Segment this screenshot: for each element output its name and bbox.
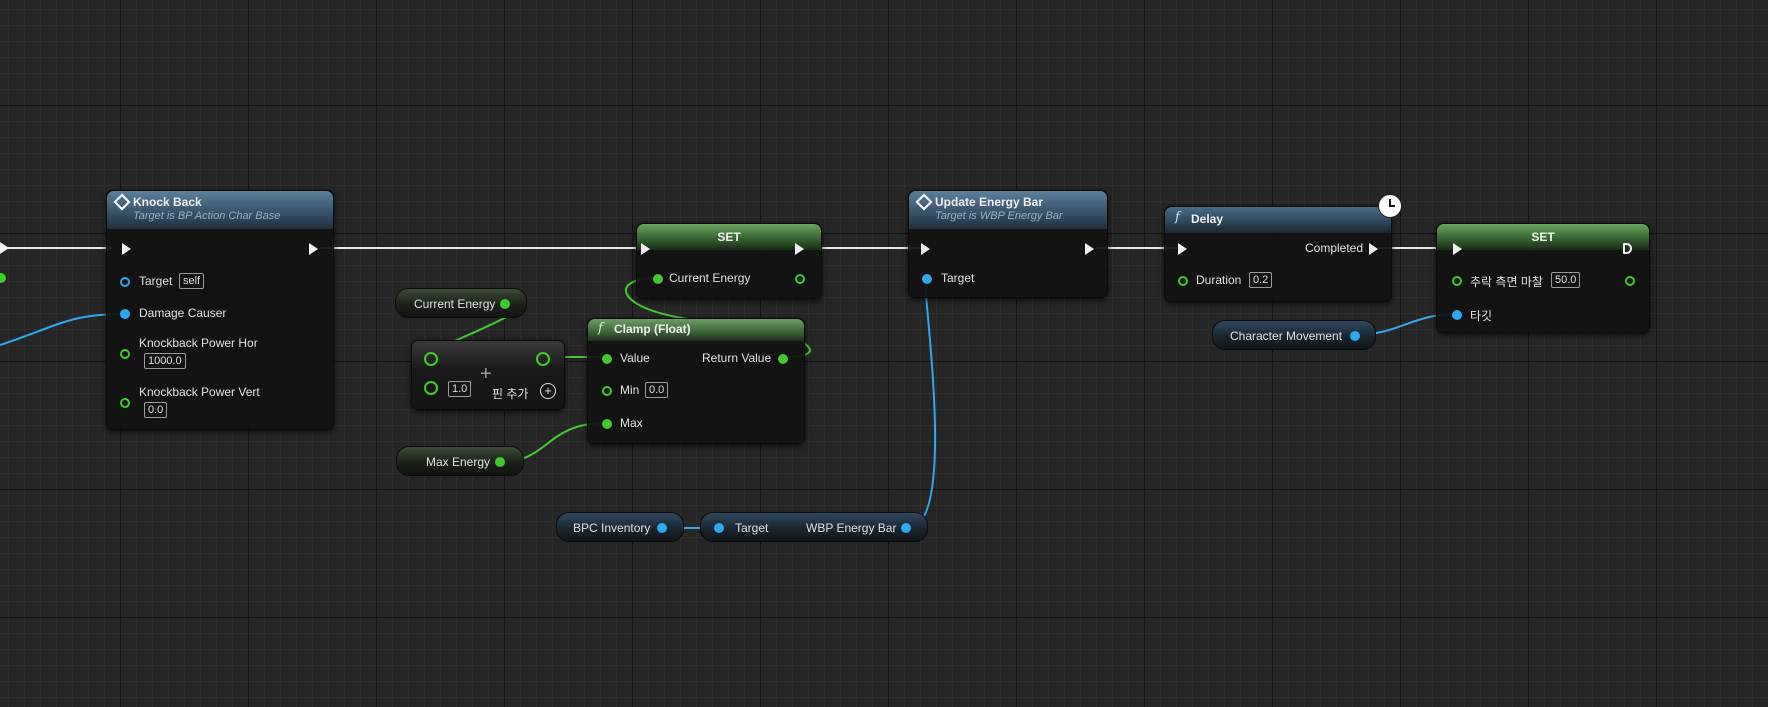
character-movement-getter[interactable]: Character Movement — [1212, 320, 1376, 350]
exec-in-pin[interactable] — [122, 243, 131, 255]
update-energy-bar-subtitle: Target is WBP Energy Bar — [935, 210, 1063, 222]
duration-pin[interactable] — [1178, 276, 1188, 286]
target-in-pin[interactable] — [714, 523, 724, 533]
add-float-node[interactable]: + 1.0 핀 추가 + — [411, 340, 565, 410]
event-diamond-icon — [915, 193, 933, 211]
function-icon: f — [1175, 210, 1180, 225]
add-out-pin[interactable] — [536, 352, 550, 366]
exec-out-pin[interactable] — [1085, 243, 1094, 255]
set-falling-friction-node[interactable]: SET 추락 측면 마찰 50.0 타깃 — [1436, 223, 1650, 333]
max-energy-getter-label: Max Energy — [426, 455, 491, 469]
completed-label: Completed — [1305, 241, 1364, 255]
event-diamond-icon — [113, 193, 131, 211]
delay-node[interactable]: f Delay Completed Duration 0.2 — [1164, 206, 1392, 302]
target-pin[interactable] — [1452, 310, 1462, 320]
falling-friction-out-pin[interactable] — [1625, 276, 1635, 286]
exec-in-pin[interactable] — [1178, 243, 1187, 255]
min-value[interactable]: 0.0 — [645, 382, 669, 398]
exec-in-pin[interactable] — [641, 243, 650, 255]
min-label: Min — [620, 383, 640, 397]
clock-icon — [1378, 194, 1402, 218]
update-energy-bar-node[interactable]: Update Energy Bar Target is WBP Energy B… — [908, 190, 1108, 298]
wbp-target-label: Target — [735, 521, 769, 535]
duration-label: Duration — [1196, 273, 1242, 287]
knock-back-title: Knock Back — [133, 195, 202, 209]
exec-in-pin[interactable] — [921, 243, 930, 255]
current-energy-in-pin[interactable] — [653, 274, 663, 284]
max-label: Max — [620, 416, 643, 430]
knockback-hor-label: Knockback Power Hor — [139, 336, 258, 350]
target-pin[interactable] — [922, 274, 932, 284]
duration-value[interactable]: 0.2 — [1249, 272, 1273, 288]
exec-out-pin[interactable] — [0, 242, 9, 254]
delay-title: Delay — [1191, 212, 1224, 226]
update-energy-bar-title: Update Energy Bar — [935, 195, 1044, 209]
knock-back-header[interactable]: Knock Back Target is BP Action Char Base — [107, 191, 333, 229]
damage-causer-pin[interactable] — [120, 309, 130, 319]
clamp-header[interactable]: f Clamp (Float) — [588, 319, 804, 341]
current-energy-getter[interactable]: Current Energy — [395, 288, 527, 318]
target-pin[interactable] — [120, 277, 130, 287]
set-header[interactable]: SET — [1437, 224, 1649, 250]
falling-friction-pin[interactable] — [1452, 276, 1462, 286]
target-value[interactable]: self — [179, 273, 205, 289]
function-icon: f — [598, 321, 603, 336]
completed-exec-pin[interactable] — [1369, 243, 1378, 255]
knockback-hor-pin[interactable] — [120, 349, 130, 359]
wbp-energy-bar-label: WBP Energy Bar — [806, 521, 897, 535]
knockback-hor-value[interactable]: 1000.0 — [144, 353, 186, 369]
bpc-inventory-label: BPC Inventory — [573, 521, 651, 535]
value-label: Value — [620, 351, 650, 365]
max-energy-out-pin[interactable] — [495, 457, 505, 467]
exec-in-pin[interactable] — [1453, 243, 1462, 255]
current-energy-label: Current Energy — [669, 271, 751, 285]
add-pin-icon[interactable]: + — [540, 383, 556, 399]
bpc-inventory-getter[interactable]: BPC Inventory — [556, 512, 684, 542]
max-energy-getter[interactable]: Max Energy — [396, 446, 524, 476]
return-value-label: Return Value — [702, 351, 772, 365]
set-title: SET — [1531, 230, 1555, 244]
max-pin[interactable] — [602, 419, 612, 429]
set-header[interactable]: SET — [637, 224, 821, 250]
falling-friction-label: 추락 측면 마찰 — [1470, 275, 1543, 289]
update-target-label: Target — [941, 271, 975, 285]
return-value-pin[interactable] — [778, 354, 788, 364]
value-pin[interactable] — [602, 354, 612, 364]
knockback-vert-value[interactable]: 0.0 — [144, 402, 168, 418]
current-energy-out-pin[interactable] — [795, 274, 805, 284]
exec-out-pin[interactable] — [795, 243, 804, 255]
add-pin-label[interactable]: 핀 추가 — [492, 385, 528, 402]
damage-causer-label: Damage Causer — [139, 306, 227, 320]
set-title: SET — [717, 230, 741, 244]
add-in-b-pin[interactable] — [424, 381, 438, 395]
wbp-energy-bar-getter[interactable]: Target WBP Energy Bar — [700, 512, 928, 542]
character-movement-label: Character Movement — [1230, 329, 1343, 343]
update-energy-bar-header[interactable]: Update Energy Bar Target is WBP Energy B… — [909, 191, 1107, 229]
object-wire — [907, 277, 937, 529]
wbp-energy-bar-out-pin[interactable] — [901, 523, 911, 533]
clamp-float-node[interactable]: f Clamp (Float) Value Return Value Min 0… — [587, 318, 805, 444]
knock-back-node[interactable]: Knock Back Target is BP Action Char Base… — [106, 190, 334, 430]
add-b-value[interactable]: 1.0 — [448, 381, 472, 397]
knock-back-subtitle: Target is BP Action Char Base — [133, 210, 281, 222]
knockback-vert-label: Knockback Power Vert — [139, 385, 260, 399]
add-in-a-pin[interactable] — [424, 352, 438, 366]
delay-header[interactable]: f Delay — [1165, 207, 1391, 233]
set-target-label: 타깃 — [1470, 309, 1493, 323]
knockback-vert-pin[interactable] — [120, 398, 130, 408]
bpc-inventory-out-pin[interactable] — [657, 523, 667, 533]
exec-out-pin[interactable] — [1623, 243, 1632, 254]
add-symbol: + — [480, 363, 492, 385]
current-energy-getter-label: Current Energy — [414, 297, 496, 311]
set-current-energy-node[interactable]: SET Current Energy — [636, 223, 822, 299]
character-movement-out-pin[interactable] — [1350, 331, 1360, 341]
target-label: Target — [139, 274, 173, 288]
min-pin[interactable] — [602, 386, 612, 396]
clamp-title: Clamp (Float) — [614, 322, 691, 336]
exec-out-pin[interactable] — [309, 243, 318, 255]
current-energy-out-pin[interactable] — [500, 299, 510, 309]
falling-friction-value[interactable]: 50.0 — [1551, 272, 1581, 288]
